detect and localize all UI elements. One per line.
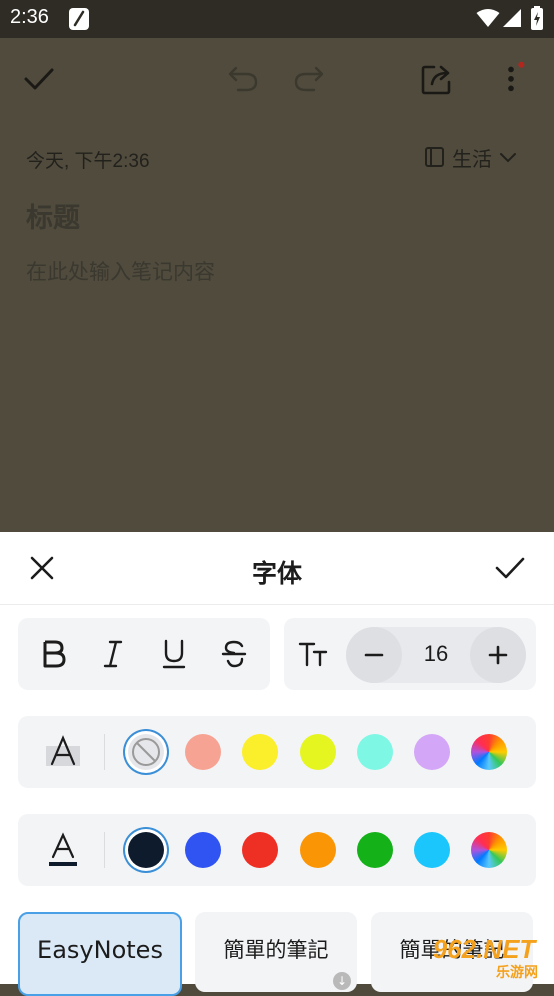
text-color-panel [18,814,536,886]
download-icon: ↓ [333,972,351,990]
text-color-swatch-4[interactable] [356,832,393,868]
more-options-icon[interactable] [494,60,528,94]
highlight-swatch-4[interactable] [356,734,393,770]
share-icon[interactable] [420,62,454,96]
italic-button[interactable] [93,634,133,674]
text-size-icon [298,642,328,667]
text-color-swatch-2[interactable] [242,832,279,868]
highlight-swatch-2[interactable] [242,734,279,770]
font-size-stepper: 16 [346,627,526,683]
undo-icon[interactable] [226,62,260,96]
battery-icon [531,6,543,30]
redo-icon[interactable] [292,62,326,96]
confirm-icon[interactable] [494,552,526,584]
note-date: 今天, 下午2:36 [26,151,150,172]
status-time: 2:36 [10,6,49,28]
decrease-size-button[interactable] [346,627,402,683]
highlight-color-panel [18,716,536,788]
underline-button[interactable] [154,634,194,674]
highlight-swatch-1[interactable] [185,734,222,770]
strikethrough-icon [221,640,247,668]
font-sheet: 字体 16 EasyNotes 簡單的筆記 ↓ 簡單的筆記 [0,532,554,996]
sheet-header: 字体 [0,532,554,605]
font-option-label: EasyNotes [37,936,163,964]
highlight-swatch-5[interactable] [414,734,450,770]
highlight-swatch-3[interactable] [299,734,336,770]
category-selector[interactable]: 生活 [424,144,518,171]
watermark-text: 962.NET [432,934,536,964]
divider [104,734,105,770]
text-style-panel [18,618,270,690]
text-color-swatch-1[interactable] [185,832,222,868]
font-option-easynotes[interactable]: EasyNotes [18,912,182,996]
note-editor: 今天, 下午2:36 生活 标题 在此处输入笔记内容 [0,38,554,532]
highlight-color-icon [46,735,80,766]
wifi-icon [476,9,500,27]
check-icon[interactable] [22,62,56,96]
bold-icon [43,640,66,668]
plus-icon [488,645,508,665]
increase-size-button[interactable] [470,627,526,683]
category-label: 生活 [452,146,492,171]
title-input[interactable]: 标题 [26,196,80,235]
body-input[interactable]: 在此处输入笔记内容 [26,256,215,286]
watermark-logo: 962.NET 乐游网 [418,932,550,982]
no-color-icon [132,738,160,766]
text-color-swatch-3[interactable] [299,832,336,868]
sheet-title: 字体 [251,559,302,588]
strikethrough-button[interactable] [214,634,254,674]
highlight-none-swatch[interactable] [128,734,164,770]
font-option-2[interactable]: 簡單的筆記 ↓ [195,912,357,992]
signal-icon [503,9,521,27]
divider [104,832,105,868]
font-size-value: 16 [423,641,449,666]
chevron-down-icon [500,153,516,163]
watermark-subtext: 乐游网 [496,965,538,981]
font-option-label: 簡單的筆記 [223,938,329,962]
notification-app-icon [69,8,89,30]
minus-icon [364,653,384,657]
highlight-custom-color-swatch[interactable] [471,734,508,770]
text-color-custom-color-swatch[interactable] [471,832,508,868]
underline-icon [162,639,186,669]
status-bar: 2:36 [0,0,554,38]
font-size-panel: 16 [284,618,536,690]
text-color-swatch-0[interactable] [128,832,164,868]
folder-icon [425,147,444,167]
bold-button[interactable] [34,634,74,674]
italic-icon [103,640,123,668]
text-color-icon [49,832,77,866]
text-color-swatch-5[interactable] [414,832,450,868]
